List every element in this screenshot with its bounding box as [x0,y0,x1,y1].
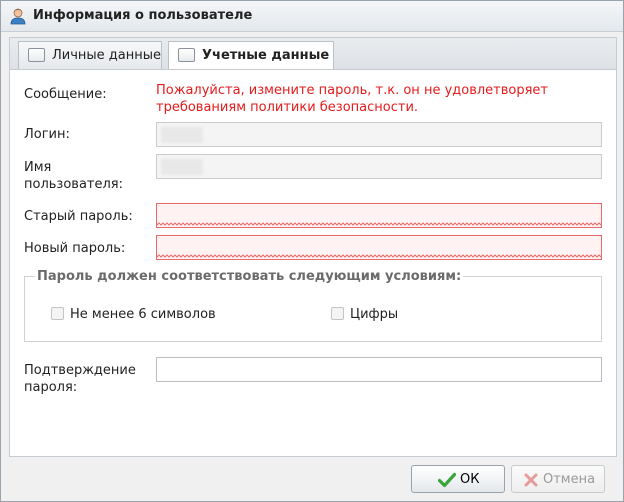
old-password-input[interactable] [156,203,602,228]
username-label-line: пользователя: [24,177,123,192]
username-label-line: Имя [24,160,52,175]
username-field [156,154,602,179]
checkmark-icon [438,472,456,488]
cancel-button[interactable]: Отмена [511,465,605,493]
cross-icon [524,473,538,487]
confirm-label-line: Подтверждение [24,363,136,378]
ok-button-label: ОК [460,472,480,487]
new-password-input[interactable] [156,235,602,260]
redacted-value [161,159,203,175]
user-info-dialog: Информация о пользователе Личные данные … [0,0,624,502]
confirm-label-line: пароля: [24,380,78,395]
tab-label: Личные данные [52,48,162,63]
digits-checkbox [331,307,344,320]
password-policy-message: Пожалуйста, измените пароль, т.к. он не … [156,82,596,116]
tab-personal-data[interactable]: Личные данные [18,41,162,69]
dialog-footer: ОК Отмена [1,457,623,501]
old-password-label: Старый пароль: [24,209,133,224]
min-length-label: Не менее 6 символов [70,307,216,322]
login-field [156,122,602,147]
tab-account-data[interactable]: Учетные данные [168,41,334,71]
message-line: требованиям политики безопасности. [156,100,419,115]
tab-label: Учетные данные [202,48,330,63]
confirm-password-label: Подтверждение пароля: [24,362,136,396]
invalid-underline [157,222,601,226]
ok-button[interactable]: ОК [411,465,505,493]
confirm-password-input[interactable] [156,357,602,382]
conditions-legend: Пароль должен соответствовать следующим … [35,269,464,284]
password-conditions-group: Пароль должен соответствовать следующим … [24,269,602,342]
dialog-title: Информация о пользователе [33,8,253,23]
username-label: Имя пользователя: [24,159,123,193]
invalid-underline [157,254,601,258]
tab-icon [178,48,195,62]
new-password-label: Новый пароль: [24,241,126,256]
dialog-titlebar[interactable]: Информация о пользователе [1,1,623,32]
user-icon [10,8,26,25]
tab-icon [28,48,45,62]
tab-strip: Личные данные Учетные данные [9,37,617,71]
message-line: Пожалуйста, измените пароль, т.к. он не … [156,83,549,98]
account-form: Сообщение: Пожалуйста, измените пароль, … [9,69,617,457]
redacted-value [161,127,203,143]
login-label: Логин: [24,127,70,142]
cancel-button-label: Отмена [543,472,596,487]
digits-label: Цифры [350,307,399,322]
min-length-checkbox [51,307,64,320]
message-label: Сообщение: [24,87,107,102]
